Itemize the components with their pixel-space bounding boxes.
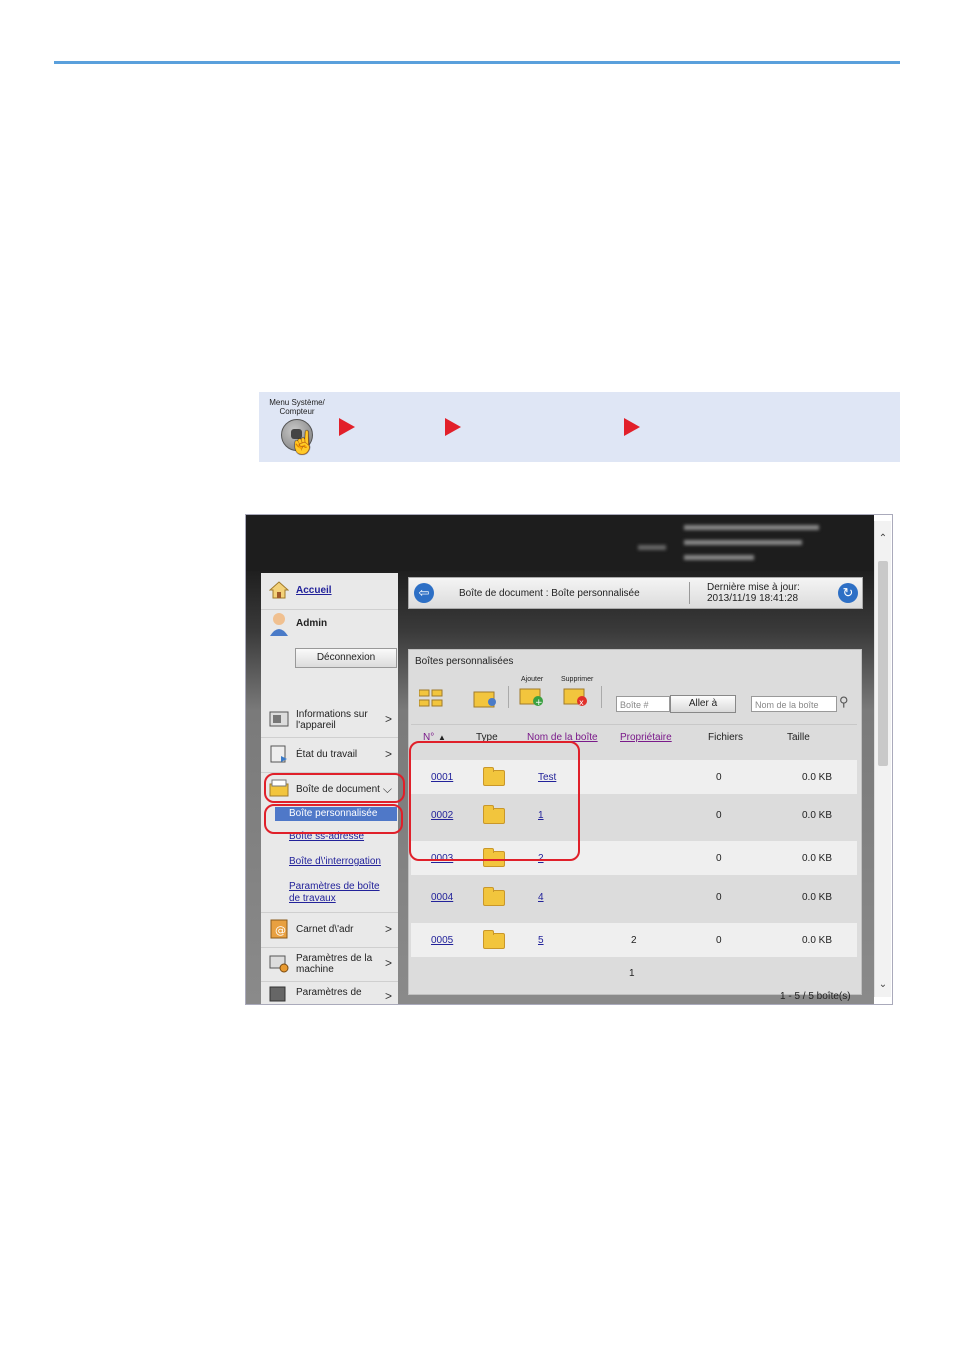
sidebar-item-home[interactable]: Accueil: [261, 573, 398, 610]
logout-button[interactable]: Déconnexion: [295, 648, 397, 668]
chevron-right-icon: >: [384, 989, 392, 1003]
search-icon[interactable]: ⚲: [839, 694, 849, 710]
goto-button[interactable]: Aller à: [670, 695, 736, 713]
delete-label: Supprimer: [561, 676, 594, 683]
pagination[interactable]: 1: [629, 968, 635, 979]
sidebar-item-address-book[interactable]: @ Carnet d\'adr >: [261, 912, 398, 948]
device-info-icon: [269, 709, 289, 729]
box-number-input[interactable]: Boîte #: [616, 696, 670, 712]
job-status-icon: [269, 744, 289, 764]
machine-settings-icon: [269, 953, 289, 973]
chevron-right-icon: >: [384, 712, 392, 726]
view-toggle-icon[interactable]: [418, 688, 443, 713]
address-book-icon: @: [269, 919, 289, 939]
sidebar-item-machine-settings[interactable]: Paramètres de la machine >: [261, 947, 398, 982]
scroll-thumb[interactable]: [878, 561, 888, 766]
user-panel: Admin Déconnexion: [261, 610, 398, 682]
svg-text:+: +: [535, 698, 543, 707]
scroll-down-icon[interactable]: ⌄: [877, 979, 889, 991]
sidebar-subitem-polling-box[interactable]: Boîte d\'interrogation: [289, 856, 381, 868]
highlight-ring: [264, 804, 403, 834]
add-label: Ajouter: [521, 676, 544, 683]
breadcrumb: Boîte de document : Boîte personnalisée: [459, 588, 640, 599]
last-updated-label: Dernière mise à jour:: [707, 582, 800, 593]
web-ui-screenshot: Accueil Admin Déconnexion Informations s…: [245, 514, 893, 1005]
last-updated-value: 2013/11/19 18:41:28: [707, 593, 799, 604]
column-owner[interactable]: Propriétaire: [620, 732, 672, 743]
home-icon: [268, 580, 290, 600]
page-title-bar: ⇦ Boîte de document : Boîte personnalisé…: [408, 577, 863, 609]
chevron-right-icon: >: [384, 956, 392, 970]
step-arrow-icon: [445, 418, 461, 436]
scrollbar[interactable]: ⌃ ⌄: [874, 521, 891, 997]
home-link[interactable]: Accueil: [296, 585, 332, 596]
user-folder-icon[interactable]: [473, 688, 499, 715]
refresh-icon[interactable]: ↻: [838, 583, 858, 603]
settings-icon: [269, 986, 289, 1004]
sidebar-item-device-info[interactable]: Informations sur l'appareil >: [261, 703, 398, 738]
add-box-icon[interactable]: +: [519, 685, 545, 712]
step-arrow-icon: [624, 418, 640, 436]
header-rule: [54, 61, 900, 64]
user-icon: [269, 612, 289, 636]
sidebar-item-more-settings[interactable]: Paramètres de >: [261, 982, 398, 1004]
column-size: Taille: [787, 732, 810, 743]
sidebar-subitem-job-box-settings[interactable]: Paramètres de boîte de travaux: [289, 881, 389, 905]
result-count: 1 - 5 / 5 boîte(s): [780, 991, 851, 1002]
folder-icon: [483, 887, 505, 906]
pointer-hand-icon: ☝: [289, 430, 317, 455]
chevron-right-icon: >: [384, 922, 392, 936]
delete-box-icon[interactable]: x: [563, 685, 589, 712]
step-arrow-icon: [339, 418, 355, 436]
highlight-ring: [409, 741, 580, 861]
system-menu-key-label: Menu Système/ Compteur: [269, 398, 325, 416]
folder-icon: [483, 930, 505, 949]
table-row[interactable]: 0004 4 0 0.0 KB: [411, 880, 857, 914]
chevron-right-icon: >: [384, 747, 392, 761]
column-files: Fichiers: [708, 732, 744, 743]
highlight-ring: [264, 773, 405, 803]
sidebar-item-job-status[interactable]: État du travail >: [261, 738, 398, 773]
user-name: Admin: [296, 618, 328, 629]
back-icon[interactable]: ⇦: [414, 583, 434, 603]
web-header: [246, 515, 874, 571]
box-name-search-input[interactable]: Nom de la boîte: [751, 696, 837, 712]
table-row[interactable]: 0005 5 2 0 0.0 KB: [411, 923, 857, 957]
panel-title: Boîtes personnalisées: [415, 656, 514, 667]
svg-text:x: x: [579, 698, 584, 707]
scroll-up-icon[interactable]: ⌃: [877, 533, 889, 545]
procedure-bar: Menu Système/ Compteur ☝: [259, 392, 900, 462]
svg-text:@: @: [275, 924, 286, 937]
